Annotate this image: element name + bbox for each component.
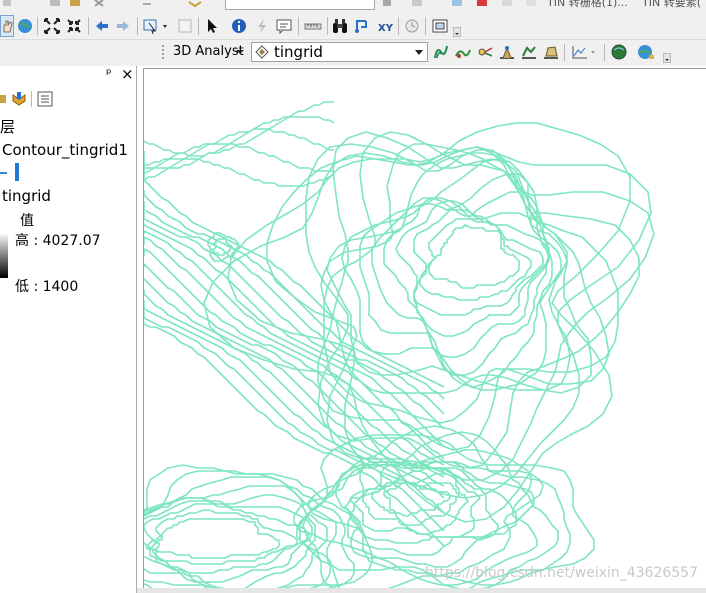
list-by-visibility-icon[interactable]	[0, 90, 8, 108]
editor-icon[interactable]	[380, 0, 394, 8]
catalog-icon[interactable]	[410, 0, 424, 8]
profile-graph-icon[interactable]	[570, 43, 600, 61]
arcglobe-icon[interactable]	[636, 43, 656, 61]
chevron-down-icon[interactable]	[236, 48, 244, 56]
undo-icon[interactable]	[140, 0, 154, 8]
cut-icon[interactable]	[0, 0, 14, 8]
contour-legend-line	[0, 172, 7, 174]
3d-analyst-menu[interactable]: 3D Analyst	[173, 44, 244, 59]
select-elements-arrow-icon[interactable]	[203, 16, 221, 36]
contour-line	[144, 190, 445, 400]
contour-line	[144, 128, 334, 181]
add-data-icon[interactable]	[185, 0, 213, 8]
dropdown-arrow-icon	[415, 50, 423, 55]
contour-line	[144, 230, 445, 460]
copy-icon[interactable]	[48, 0, 62, 8]
find-route-icon[interactable]	[353, 16, 371, 36]
identify-info-icon[interactable]	[230, 16, 248, 36]
pin-icon[interactable]: ᵖ	[106, 67, 112, 82]
recent-tool-1[interactable]: TIN 转栅格(1)...	[547, 0, 628, 10]
contour-symbol-swatch[interactable]	[15, 163, 19, 181]
find-binoculars-icon[interactable]	[331, 16, 349, 36]
table-of-contents-panel: ᵖ × 层 Contour_tingrid1 tingrid 值 高 : 402…	[0, 65, 137, 593]
model-builder-icon[interactable]	[524, 0, 538, 8]
arcscene-globe-icon[interactable]	[610, 43, 628, 61]
toc-title-bar: ᵖ ×	[0, 65, 137, 86]
main-toolbar: TIN 转栅格(1)... TIN 转要素(XY	[0, 0, 706, 40]
svg-text:XY: XY	[378, 23, 394, 34]
create-viewer-window-icon[interactable]	[430, 16, 450, 36]
list-by-source-icon[interactable]	[10, 90, 28, 108]
toc-toolbar	[0, 88, 137, 112]
contour-line	[146, 518, 280, 559]
contour-line	[144, 278, 445, 487]
legend-high-value: 高 : 4027.07	[15, 233, 101, 249]
toolbar-grip-icon[interactable]	[160, 43, 166, 61]
contour-line	[144, 503, 310, 574]
forward-arrow-icon[interactable]	[113, 16, 133, 36]
stretch-color-ramp[interactable]	[0, 233, 8, 278]
go-to-xy-icon[interactable]: XY	[375, 16, 395, 36]
close-icon[interactable]: ×	[121, 65, 134, 83]
scale-combobox[interactable]	[225, 0, 375, 10]
pan-hand-icon[interactable]	[0, 15, 14, 37]
map-status-strip	[137, 588, 706, 593]
delete-icon[interactable]	[92, 0, 106, 8]
measure-ruler-icon[interactable]	[303, 16, 323, 36]
raster-layer-icon	[255, 45, 269, 59]
layer-dropdown-value: tingrid	[274, 43, 323, 61]
toolbar-options-icon[interactable]	[452, 26, 462, 38]
layer-tingrid[interactable]: tingrid	[2, 187, 51, 205]
toolbox-icon[interactable]	[475, 0, 489, 8]
toc-layers-header[interactable]: 层	[0, 116, 15, 137]
contour-line	[428, 224, 520, 289]
contour-line	[323, 131, 610, 424]
watermark-text: https://blog.csdn.net/weixin_43626557	[424, 565, 698, 581]
python-icon[interactable]	[500, 0, 514, 8]
fixed-zoom-out-icon[interactable]	[64, 16, 84, 36]
interpolate-point-icon[interactable]	[498, 43, 516, 61]
steepest-path-icon[interactable]	[454, 43, 472, 61]
layer-dropdown[interactable]: tingrid	[251, 42, 428, 62]
legend-value-label: 值	[20, 213, 34, 229]
search-window-icon[interactable]	[450, 0, 464, 8]
map-display[interactable]: https://blog.csdn.net/weixin_43626557	[143, 68, 706, 591]
contour-tool-icon[interactable]	[432, 43, 450, 61]
toolbar-options-icon-2[interactable]	[662, 52, 672, 64]
interpolate-line-icon[interactable]	[520, 43, 538, 61]
contour-line	[144, 158, 335, 187]
fixed-zoom-in-icon[interactable]	[42, 16, 62, 36]
back-arrow-icon[interactable]	[92, 16, 112, 36]
contour-line	[144, 236, 445, 466]
clear-selection-icon[interactable]	[176, 16, 194, 36]
contour-line	[144, 116, 335, 169]
contour-line	[326, 152, 571, 391]
paste-icon[interactable]	[68, 0, 82, 8]
contour-line	[395, 200, 550, 337]
3d-analyst-toolbar: 3D Analyst tingrid	[0, 40, 706, 66]
time-slider-icon[interactable]	[403, 16, 421, 36]
contour-line	[419, 218, 532, 301]
recent-tool-2[interactable]: TIN 转要素(	[642, 0, 701, 10]
hyperlink-lightning-icon[interactable]	[253, 16, 271, 36]
full-extent-globe-icon[interactable]	[16, 16, 34, 36]
contour-lines	[144, 101, 655, 591]
contour-line	[149, 509, 298, 565]
html-popup-icon[interactable]	[275, 16, 293, 36]
layer-contour-tingrid1[interactable]: Contour_tingrid1	[2, 141, 128, 159]
line-of-sight-icon[interactable]	[476, 43, 494, 61]
interpolate-polygon-icon[interactable]	[542, 43, 560, 61]
select-features-icon[interactable]	[142, 16, 172, 36]
contour-line	[144, 101, 334, 157]
contour-line	[144, 476, 337, 591]
options-list-icon[interactable]	[36, 90, 54, 108]
contour-line	[266, 146, 655, 481]
legend-low-value: 低 : 1400	[15, 279, 79, 295]
